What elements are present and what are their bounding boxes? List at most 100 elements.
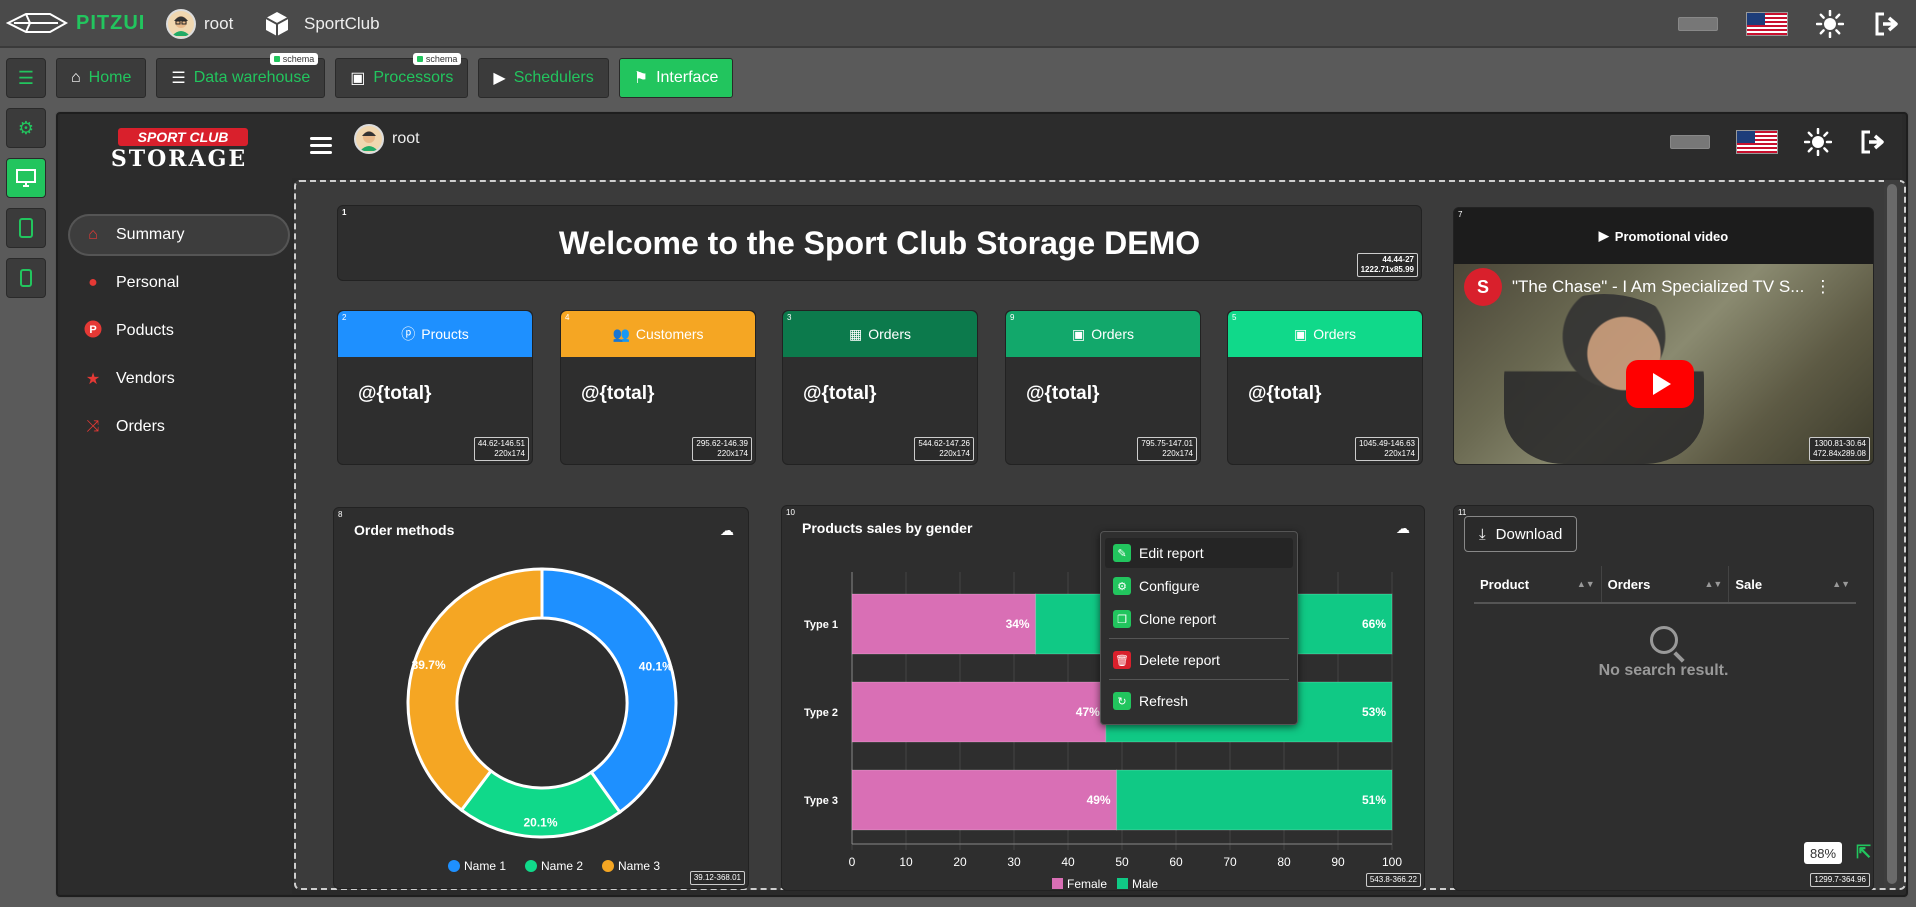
phone-icon bbox=[20, 269, 32, 287]
stat-widget-orders-1[interactable]: ▦ Orders 3 @{total} 544.62-147.26 220x174 bbox=[782, 310, 978, 465]
column-label: Product bbox=[1480, 576, 1530, 592]
cube-icon bbox=[265, 12, 289, 36]
menu-processors[interactable]: ▣ Processors schema bbox=[335, 53, 469, 98]
app-logo[interactable]: PITZUI bbox=[6, 8, 145, 38]
copy-icon: ❐ bbox=[1113, 610, 1131, 628]
widget-position: 543.8-366.22 bbox=[1369, 875, 1417, 884]
menu-home[interactable]: ⌂ Home bbox=[56, 58, 147, 98]
widget-number: 9 bbox=[1010, 313, 1015, 322]
column-label: Orders bbox=[1607, 576, 1651, 592]
widget-position: 39.12-368.01 bbox=[693, 873, 741, 882]
context-menu: ✎ Edit report ⚙ Configure ❐ Clone report 🗑 D… bbox=[1100, 531, 1298, 725]
stat-widget-orders-2[interactable]: ▣ Orders 9 @{total} 795.75-147.01 220x174 bbox=[1005, 310, 1201, 465]
download-button[interactable]: ⤓ Download bbox=[1464, 516, 1578, 552]
stat-title: Customers bbox=[635, 326, 704, 342]
preview-user[interactable]: root bbox=[354, 124, 420, 154]
stat-widget-orders-3[interactable]: ▣ Orders 5 @{total} 1045.49-146.63 220x174 bbox=[1227, 310, 1423, 465]
cloud-download-icon[interactable]: ☁ bbox=[720, 522, 734, 539]
column-header-orders[interactable]: Orders ▲▼ bbox=[1602, 566, 1730, 602]
widget-dimensions: 44.62-146.51 220x174 bbox=[473, 437, 529, 461]
sidebar-item-vendors[interactable]: ★ Vendors bbox=[68, 358, 290, 400]
menu-schedulers[interactable]: ▶ Schedulers bbox=[478, 58, 609, 98]
topbar-actions bbox=[1678, 10, 1900, 38]
widget-dimensions: 295.62-146.39 220x174 bbox=[692, 437, 752, 461]
play-button[interactable] bbox=[1626, 360, 1694, 408]
logout-icon[interactable] bbox=[1872, 10, 1900, 38]
widget-dimensions: 1045.49-146.63 220x174 bbox=[1354, 437, 1419, 461]
preview-header-actions bbox=[1670, 128, 1886, 156]
widget-number: 8 bbox=[338, 510, 343, 519]
app-switcher[interactable]: SportClub bbox=[262, 9, 380, 39]
brand-logo[interactable]: SPORT CLUB STORAGE bbox=[98, 126, 258, 172]
context-delete-report[interactable]: 🗑 Delete report bbox=[1105, 645, 1293, 675]
video-widget[interactable]: 7 ▶ Promotional video S "The Chase" - I Am… bbox=[1453, 207, 1874, 465]
table-widget[interactable]: 11 ⤓ Download Product ▲▼ Orders ▲▼ Sale ▲▼ N… bbox=[1453, 505, 1874, 891]
language-flag-other-icon[interactable] bbox=[1678, 17, 1718, 31]
logout-icon[interactable] bbox=[1858, 128, 1886, 156]
context-refresh[interactable]: ↻ Refresh bbox=[1105, 686, 1293, 716]
menu-processors-label: Processors bbox=[373, 69, 454, 86]
column-header-sale[interactable]: Sale ▲▼ bbox=[1729, 566, 1856, 602]
widget-position: 544.62-147.26 bbox=[918, 439, 970, 448]
column-label: Sale bbox=[1735, 576, 1763, 592]
widget-position: 1045.49-146.63 bbox=[1358, 439, 1415, 448]
zoom-level[interactable]: 88% bbox=[1804, 842, 1842, 864]
cloud-download-icon[interactable]: ☁ bbox=[1396, 520, 1410, 537]
sidebar-item-summary[interactable]: ⌂ Summary bbox=[68, 214, 290, 256]
sort-icon: ▲▼ bbox=[1704, 579, 1723, 589]
stat-value: @{total} bbox=[1248, 383, 1322, 404]
play-icon: ▶ bbox=[493, 70, 506, 87]
svg-text:P: P bbox=[89, 324, 96, 336]
bar-segment bbox=[851, 769, 1118, 831]
x-tick-label: 0 bbox=[849, 855, 856, 869]
hamburger-icon: ☰ bbox=[17, 67, 35, 88]
welcome-title: Welcome to the Sport Club Storage DEMO bbox=[558, 224, 1201, 261]
pencil-icon: ✎ bbox=[1113, 544, 1131, 562]
menu-data-warehouse[interactable]: ☰ Data warehouse schema bbox=[156, 53, 326, 98]
sidebar-item-personal[interactable]: ● Personal bbox=[68, 262, 290, 304]
video-player[interactable]: S "The Chase" - I Am Specialized TV S... ⋮ bbox=[1454, 264, 1873, 464]
context-divider bbox=[1109, 638, 1289, 639]
sidebar-item-products[interactable]: P Poducts bbox=[68, 310, 290, 352]
trash-icon: 🗑 bbox=[1113, 651, 1131, 669]
chip-icon: ▣ bbox=[350, 70, 366, 87]
widget-dimensions: 543.8-366.22 bbox=[1365, 873, 1421, 887]
stat-header: ▣ Orders bbox=[1006, 311, 1200, 357]
resize-arrow-icon[interactable]: ⇱ bbox=[1856, 842, 1876, 862]
settings-button[interactable]: ⚙ bbox=[6, 108, 46, 148]
bar-data-label: 34% bbox=[1006, 617, 1030, 631]
user-menu[interactable]: root bbox=[166, 9, 233, 39]
chart-title: Products sales by gender bbox=[802, 520, 973, 536]
mobile-view-button[interactable] bbox=[6, 258, 46, 298]
brand-logo-bottom: STORAGE bbox=[110, 146, 248, 172]
preview-menu-button[interactable] bbox=[310, 133, 332, 158]
x-tick-label: 30 bbox=[1007, 855, 1021, 869]
legend-label: Name 3 bbox=[618, 859, 660, 873]
sun-icon[interactable] bbox=[1804, 128, 1832, 156]
sun-icon[interactable] bbox=[1816, 10, 1844, 38]
context-edit-report[interactable]: ✎ Edit report bbox=[1105, 538, 1293, 568]
stat-widget-products[interactable]: ⓟ Proucts 2 @{total} 44.62-146.51 220x174 bbox=[337, 310, 533, 465]
tablet-view-button[interactable] bbox=[6, 208, 46, 248]
sidebar-item-orders[interactable]: ⤨ Orders bbox=[68, 406, 290, 448]
scrollbar-thumb[interactable] bbox=[1887, 184, 1897, 884]
context-configure[interactable]: ⚙ Configure bbox=[1105, 571, 1293, 601]
column-header-product[interactable]: Product ▲▼ bbox=[1474, 566, 1602, 602]
x-tick-label: 50 bbox=[1115, 855, 1129, 869]
language-flag-us-icon[interactable] bbox=[1746, 12, 1788, 36]
x-tick-label: 10 bbox=[899, 855, 913, 869]
username: root bbox=[392, 130, 420, 147]
language-flag-other-icon[interactable] bbox=[1670, 135, 1710, 149]
menu-interface-label: Interface bbox=[656, 69, 719, 86]
desktop-view-button[interactable] bbox=[6, 158, 46, 198]
menu-toggle-button[interactable]: ☰ bbox=[6, 58, 46, 98]
welcome-widget[interactable]: 1 Welcome to the Sport Club Storage DEMO… bbox=[337, 205, 1422, 281]
menu-interface[interactable]: ⚑ Interface bbox=[618, 58, 734, 98]
context-clone-report[interactable]: ❐ Clone report bbox=[1105, 604, 1293, 634]
youtube-title-bar[interactable]: S "The Chase" - I Am Specialized TV S... ⋮ bbox=[1464, 268, 1831, 306]
language-flag-us-icon[interactable] bbox=[1736, 130, 1778, 154]
stat-widget-customers[interactable]: 👥 Customers 4 @{total} 295.62-146.39 220x1… bbox=[560, 310, 756, 465]
donut-chart-widget[interactable]: 8 Order methods ☁ 40.1% 20.1% 39.7% Name 1 N… bbox=[333, 507, 749, 889]
widget-number: 10 bbox=[786, 508, 795, 517]
more-vertical-icon[interactable]: ⋮ bbox=[1814, 277, 1831, 297]
